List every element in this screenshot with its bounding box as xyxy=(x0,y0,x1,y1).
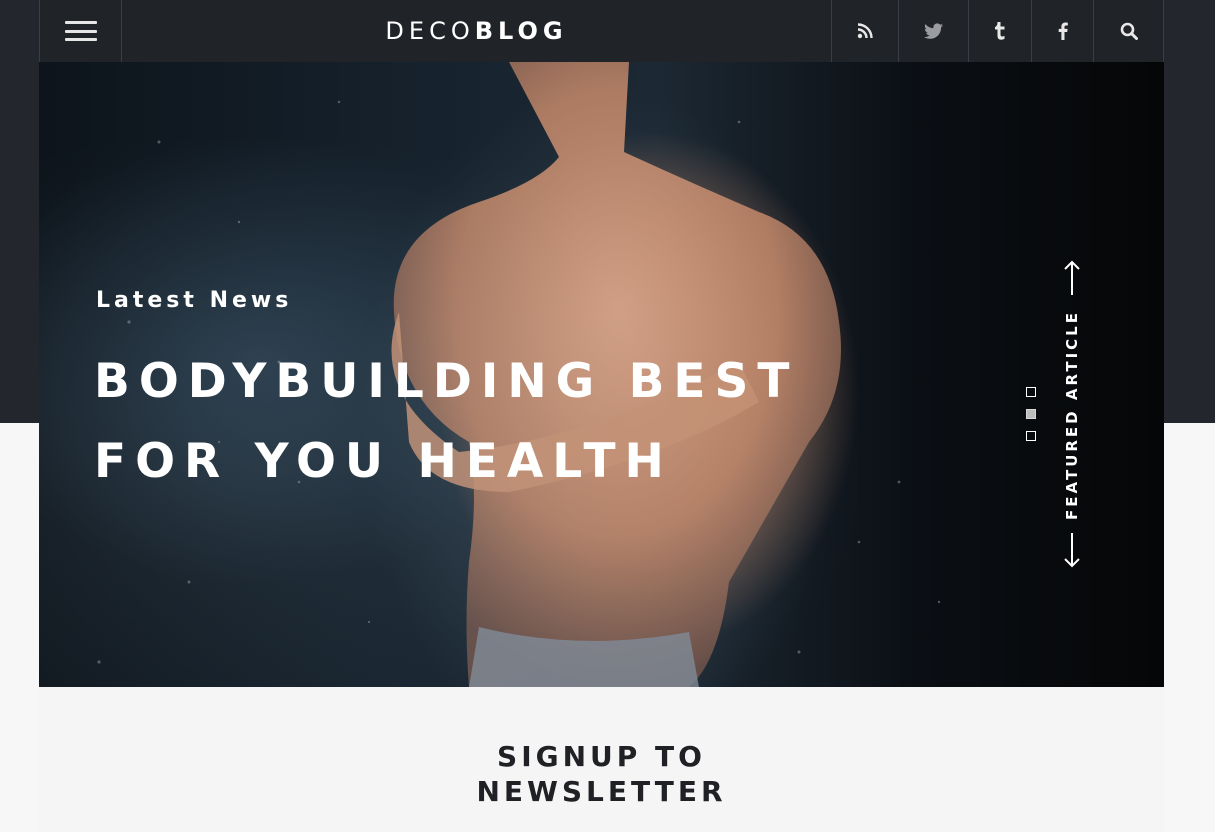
featured-article-nav: FEATURED ARTICLE xyxy=(1055,260,1089,570)
facebook-button[interactable] xyxy=(1031,0,1093,62)
search-button[interactable] xyxy=(1093,0,1164,62)
slide-dot-3[interactable] xyxy=(1026,431,1036,441)
top-navigation-bar: DECO BLOG xyxy=(39,0,1164,62)
newsletter-section: SIGNUP TO NEWSLETTER xyxy=(39,687,1164,832)
hero-headline[interactable]: BODYBUILDING BEST FOR YOU HEALTH xyxy=(94,342,814,502)
twitter-button[interactable] xyxy=(898,0,968,62)
site-logo[interactable]: DECO BLOG xyxy=(122,0,831,62)
slide-dot-1[interactable] xyxy=(1026,387,1036,397)
hero-headline-line-1: BODYBUILDING BEST xyxy=(94,354,799,409)
slide-dot-2[interactable] xyxy=(1026,409,1036,419)
slider-pagination xyxy=(1026,387,1036,441)
featured-article-label: FEATURED ARTICLE xyxy=(1063,310,1081,520)
logo-light-text: DECO xyxy=(385,17,475,45)
hero-headline-line-2: FOR YOU HEALTH xyxy=(94,434,673,489)
arrow-down-icon[interactable] xyxy=(1063,532,1081,568)
search-icon xyxy=(1120,22,1138,40)
arrow-up-icon[interactable] xyxy=(1063,260,1081,296)
menu-button[interactable] xyxy=(39,0,122,62)
newsletter-title-line-2: NEWSLETTER xyxy=(476,775,727,808)
facebook-icon xyxy=(1058,22,1068,40)
featured-hero-slider[interactable]: Latest News BODYBUILDING BEST FOR YOU HE… xyxy=(39,62,1164,687)
tumblr-icon xyxy=(995,22,1005,40)
social-links xyxy=(831,0,1164,62)
hamburger-icon xyxy=(64,21,97,41)
hero-category[interactable]: Latest News xyxy=(96,288,292,313)
logo-bold-text: BLOG xyxy=(474,17,568,45)
newsletter-title: SIGNUP TO NEWSLETTER xyxy=(39,739,1164,809)
twitter-icon xyxy=(923,23,943,39)
rss-button[interactable] xyxy=(831,0,898,62)
tumblr-button[interactable] xyxy=(968,0,1031,62)
newsletter-title-line-1: SIGNUP TO xyxy=(497,740,706,773)
rss-icon xyxy=(857,23,873,39)
